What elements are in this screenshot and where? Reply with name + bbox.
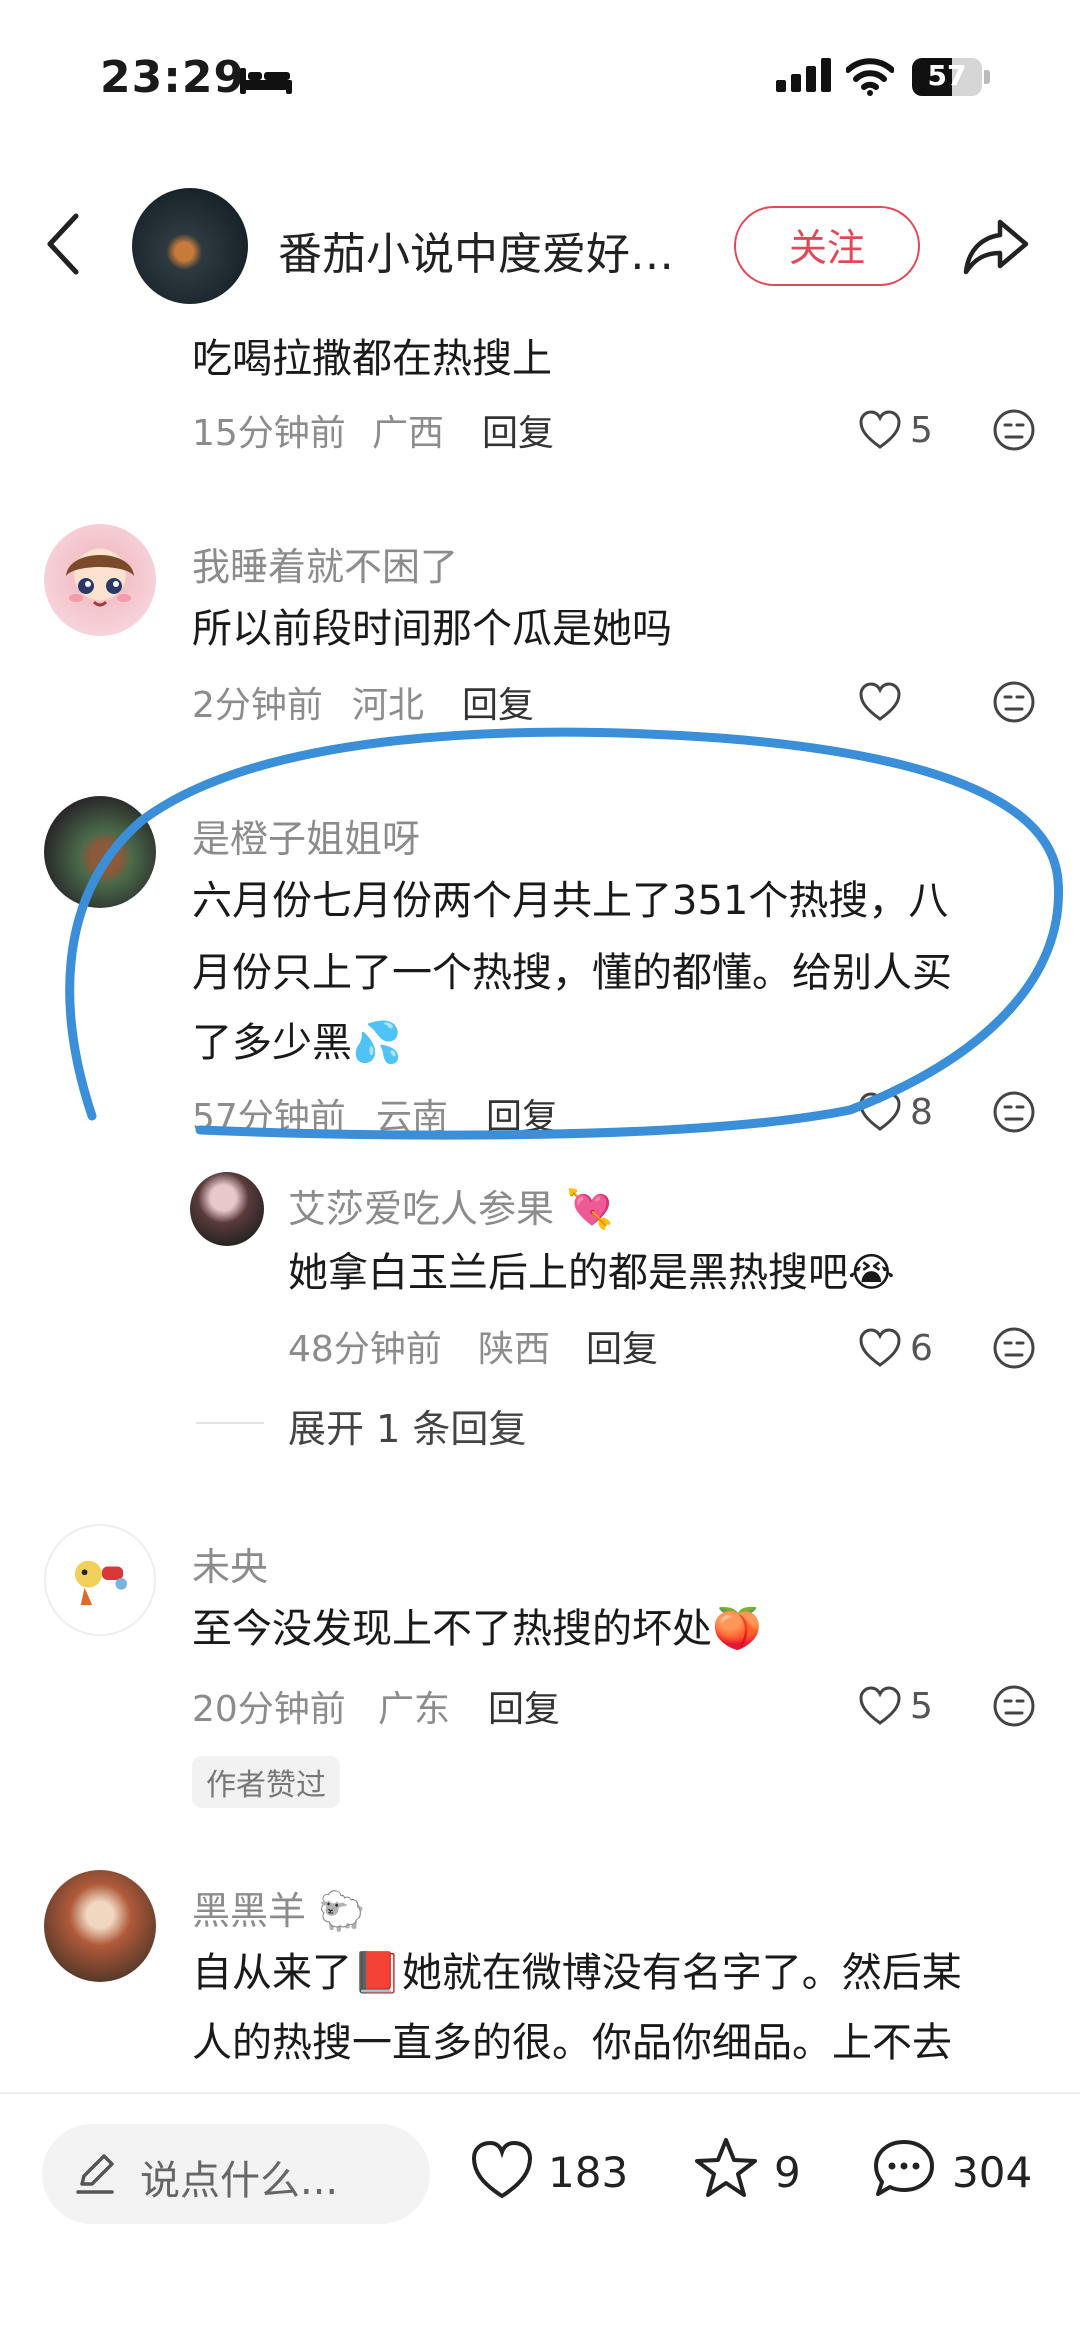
commenter-name[interactable]: 未央: [192, 1536, 268, 1591]
cartoon-avatar-icon: [74, 1560, 127, 1606]
heart-icon[interactable]: [858, 682, 902, 722]
cartoon-avatar-icon: [66, 555, 134, 607]
sweat-emoji: 💦: [352, 1020, 402, 1066]
commenter-name[interactable]: 黑黑羊 🐑: [192, 1880, 365, 1935]
avatar[interactable]: [44, 796, 156, 908]
peach-emoji: 🍑: [712, 1606, 762, 1652]
dislike-face-icon[interactable]: [992, 680, 1036, 724]
heart-icon[interactable]: [858, 1092, 902, 1132]
heart-icon[interactable]: [858, 1328, 902, 1368]
heart-icon[interactable]: [470, 2138, 534, 2202]
heart-icon[interactable]: [858, 1686, 902, 1726]
comment-text: 所以前段时间那个瓜是她吗: [192, 606, 672, 652]
back-arrow-icon[interactable]: [44, 212, 84, 276]
avatar[interactable]: [44, 1524, 156, 1636]
reply-text: 她拿白玉兰后上的都是黑热搜吧😭: [288, 1240, 895, 1306]
comment-location: 河北: [352, 685, 425, 726]
comment-text-line-2: 月份只上了一个热搜，懂的都懂。给别人买: [192, 950, 952, 996]
reply-button[interactable]: 回复: [486, 1088, 558, 1140]
dislike-face-icon[interactable]: [992, 1326, 1036, 1370]
comment-text-segment: 自从来了: [192, 1950, 352, 1996]
account-avatar[interactable]: [132, 188, 248, 304]
commenter-name-text: 黑黑羊: [192, 1889, 307, 1933]
comment-text-line-3: 了多少黑💦: [192, 1010, 402, 1076]
reply-button[interactable]: 回复: [488, 1680, 560, 1732]
like-count: 5: [910, 1686, 933, 1727]
reply-commenter-name[interactable]: 艾莎爱吃人参果 💘: [288, 1178, 613, 1233]
comment-text-line-1: 六月份七月份两个月共上了351个热搜，八: [192, 878, 949, 924]
sheep-emoji: 🐑: [318, 1889, 366, 1933]
comment-location: 广东: [378, 1689, 451, 1730]
comment-text-segment: 她就在微博没有名字了。然后某: [401, 1950, 962, 1996]
dislike-face-icon[interactable]: [992, 1684, 1036, 1728]
comment-text-line-2: 人的热搜一直多的很。你品你细品。上不去: [192, 2020, 952, 2066]
battery-tip: [984, 70, 990, 84]
avatar[interactable]: [190, 1172, 264, 1246]
post-star-count: 9: [774, 2148, 801, 2197]
commenter-name[interactable]: 我睡着就不困了: [192, 536, 458, 591]
comment-time: 20分钟前: [192, 1689, 346, 1730]
expand-divider: [196, 1422, 264, 1424]
star-icon[interactable]: [694, 2136, 758, 2200]
wifi-icon: [846, 58, 894, 96]
reply-button[interactable]: 回复: [586, 1320, 658, 1372]
heart-arrow-emoji: 💘: [566, 1187, 614, 1231]
battery-icon: 57: [912, 58, 982, 96]
red-book-emoji: 📕: [352, 1950, 402, 1996]
like-count: 8: [910, 1092, 933, 1133]
bed-icon: [240, 68, 292, 94]
comment-time: 57分钟前: [192, 1097, 346, 1138]
reply-button[interactable]: 回复: [482, 404, 554, 456]
comment-text: 吃喝拉撒都在热搜上: [192, 336, 552, 382]
status-time: 23:29: [100, 52, 246, 103]
comment-input-placeholder[interactable]: 说点什么...: [140, 2148, 338, 2206]
post-comment-count: 304: [952, 2148, 1033, 2197]
follow-button[interactable]: 关注: [734, 206, 920, 286]
comment-bubble-icon[interactable]: [872, 2136, 936, 2200]
like-count: 5: [910, 410, 933, 451]
dislike-face-icon[interactable]: [992, 1090, 1036, 1134]
heart-icon[interactable]: [858, 410, 902, 450]
commenter-name[interactable]: 是橙子姐姐呀: [192, 808, 420, 863]
comment-time: 2分钟前: [192, 685, 323, 726]
expand-replies-button[interactable]: 展开 1 条回复: [288, 1398, 526, 1453]
signal-icon: [776, 58, 834, 92]
author-liked-badge: 作者赞过: [192, 1756, 340, 1808]
reply-text-segment: 她拿白玉兰后上的都是黑热搜吧: [288, 1250, 848, 1296]
like-count: 6: [910, 1328, 933, 1369]
reply-location: 陕西: [478, 1329, 551, 1370]
avatar[interactable]: [44, 524, 156, 636]
reply-button[interactable]: 回复: [462, 676, 534, 728]
pen-icon: [76, 2154, 114, 2194]
reply-commenter-name-text: 艾莎爱吃人参果: [288, 1187, 555, 1231]
avatar[interactable]: [44, 1870, 156, 1982]
comment-time: 15分钟前: [192, 413, 346, 454]
share-icon[interactable]: [960, 210, 1032, 282]
account-title[interactable]: 番茄小说中度爱好…: [278, 218, 674, 282]
comment-location: 云南: [376, 1097, 449, 1138]
reply-time: 48分钟前: [288, 1329, 442, 1370]
comment-text-segment: 了多少黑: [192, 1020, 352, 1066]
crying-emoji: 😭: [848, 1250, 895, 1296]
comment-location: 广西: [372, 413, 445, 454]
dislike-face-icon[interactable]: [992, 408, 1036, 452]
comment-text: 至今没发现上不了热搜的坏处🍑: [192, 1596, 762, 1662]
battery-level: 57: [927, 59, 967, 92]
post-like-count: 183: [548, 2148, 629, 2197]
comment-text-segment: 至今没发现上不了热搜的坏处: [192, 1606, 712, 1652]
comment-text-line-1: 自从来了📕她就在微博没有名字了。然后某: [192, 1940, 962, 2006]
